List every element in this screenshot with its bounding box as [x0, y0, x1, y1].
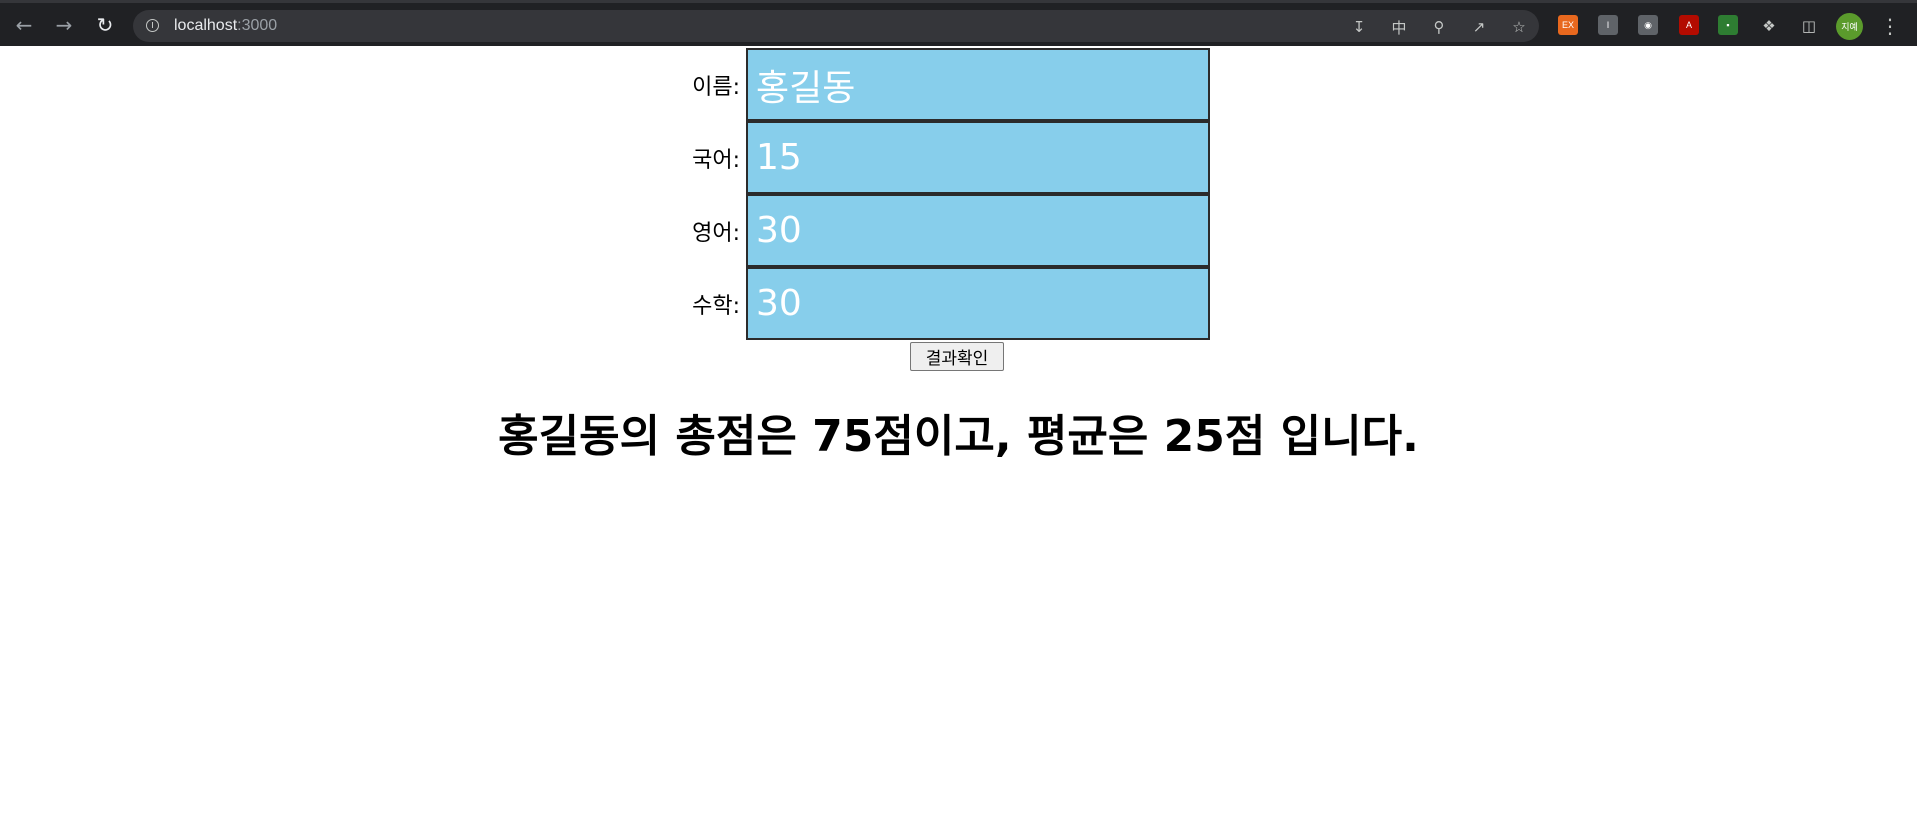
form-row-math: 수학:: [600, 267, 1210, 340]
math-label: 수학:: [692, 293, 740, 319]
url-text[interactable]: localhost:3000: [174, 17, 277, 35]
reload-icon[interactable]: ↻: [91, 11, 119, 39]
forward-arrow-icon[interactable]: →: [50, 11, 78, 39]
bookmark-star-icon[interactable]: ☆: [1508, 16, 1530, 38]
extensions-puzzle-icon[interactable]: ❖: [1758, 15, 1780, 37]
share-icon[interactable]: ↗: [1468, 16, 1490, 38]
url-host: localhost: [174, 17, 238, 34]
camera-extension-icon[interactable]: ◉: [1638, 15, 1658, 35]
result-heading: 홍길동의 총점은 75점이고, 평균은 25점 입니다.: [498, 411, 1419, 462]
form-row-name: 이름:: [600, 48, 1210, 121]
address-bar[interactable]: localhost:3000: [133, 10, 1539, 42]
install-app-icon[interactable]: ↧: [1348, 16, 1370, 38]
english-score-input[interactable]: [746, 194, 1210, 267]
browser-menu-icon[interactable]: ⋮: [1880, 14, 1900, 38]
pdf-extension-icon[interactable]: A: [1679, 15, 1699, 35]
math-score-input[interactable]: [746, 267, 1210, 340]
name-input[interactable]: [746, 48, 1210, 121]
korean-label: 국어:: [692, 147, 740, 173]
profile-avatar[interactable]: 지예: [1836, 13, 1863, 40]
check-result-button[interactable]: 결과확인: [910, 342, 1004, 371]
green-extension-icon[interactable]: ▪: [1718, 15, 1738, 35]
ex-extension-icon[interactable]: EX: [1558, 15, 1578, 35]
side-panel-icon[interactable]: ◫: [1798, 15, 1820, 37]
name-label: 이름:: [692, 74, 740, 100]
korean-score-input[interactable]: [746, 121, 1210, 194]
form-row-korean: 국어:: [600, 121, 1210, 194]
english-label: 영어:: [692, 220, 740, 246]
i-extension-icon[interactable]: I: [1598, 15, 1618, 35]
back-arrow-icon[interactable]: ←: [10, 11, 38, 39]
site-info-icon[interactable]: [146, 19, 159, 32]
translate-icon[interactable]: 中: [1388, 16, 1410, 38]
zoom-icon[interactable]: ⚲: [1428, 16, 1450, 38]
url-port: :3000: [237, 17, 278, 34]
form-row-english: 영어:: [600, 194, 1210, 267]
browser-toolbar: ← → ↻ localhost:3000 ↧ 中 ⚲ ↗ ☆ ❖ ◫ 지예 ⋮ …: [0, 0, 1917, 46]
